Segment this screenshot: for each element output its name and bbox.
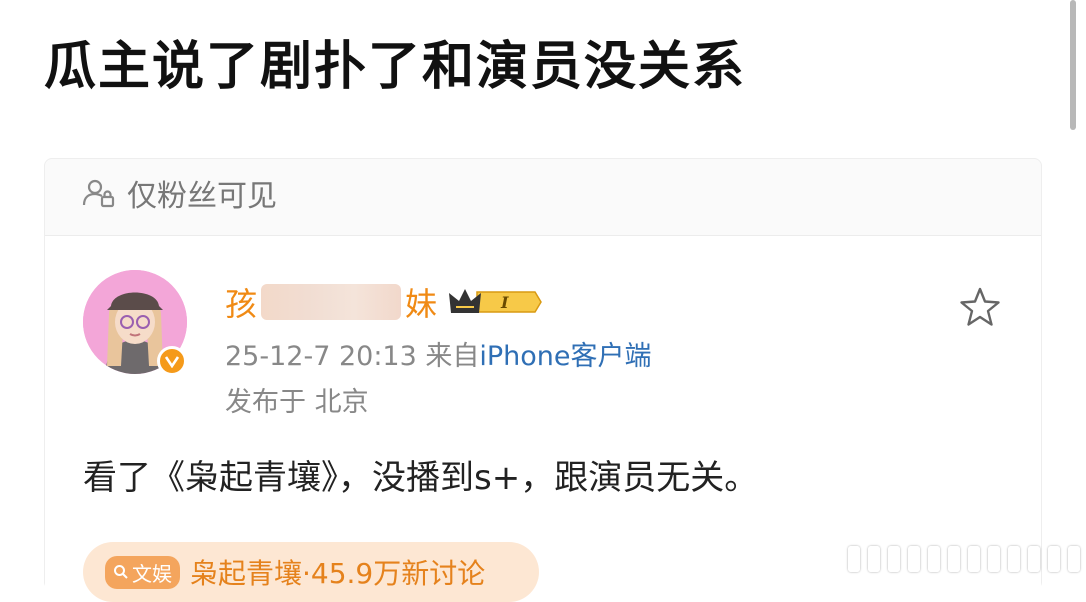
post-text: 看了《枭起青壤》，没播到s+，跟演员无关。 <box>83 458 759 498</box>
scrollbar[interactable] <box>1070 0 1076 130</box>
topic-tag: 文娱 <box>105 555 180 589</box>
visibility-indicator: 仅粉丝可见 <box>81 173 277 214</box>
post-meta: 25-12-7 20:13 来自iPhone客户端 <box>225 334 652 373</box>
client-link[interactable]: iPhone客户端 <box>479 341 651 372</box>
visibility-label: 仅粉丝可见 <box>127 179 277 214</box>
username-end: 妹 <box>405 285 438 323</box>
topic-chip[interactable]: 文娱 枭起青壤·45.9万新讨论 <box>83 542 539 602</box>
from-label: 来自 <box>425 341 480 372</box>
username[interactable]: 孩 妹 I <box>225 280 543 324</box>
username-start: 孩 <box>225 285 258 323</box>
username-blur <box>261 284 402 320</box>
star-icon[interactable] <box>959 286 1001 332</box>
verified-badge-icon <box>157 346 187 376</box>
weibo-card: 仅粉丝可见 孩 妹 I 25-12-7 20:13 来自iPhone客户端 发布… <box>44 158 1042 602</box>
watermark-bars <box>848 546 1080 572</box>
search-icon <box>114 565 128 579</box>
topic-text: 枭起青壤·45.9万新讨论 <box>190 557 486 590</box>
post: 孩 妹 I 25-12-7 20:13 来自iPhone客户端 发布于 北京 看… <box>45 235 1041 602</box>
level-badge-text: I <box>500 293 509 312</box>
lock-person-icon <box>81 178 117 208</box>
topic-tag-label: 文娱 <box>132 561 172 586</box>
post-date: 25-12-7 20:13 <box>225 341 417 372</box>
membership-crown-icon[interactable]: I <box>447 285 543 319</box>
post-location: 发布于 北京 <box>225 387 369 418</box>
headline: 瓜主说了剧扑了和演员没关系 <box>44 37 747 97</box>
